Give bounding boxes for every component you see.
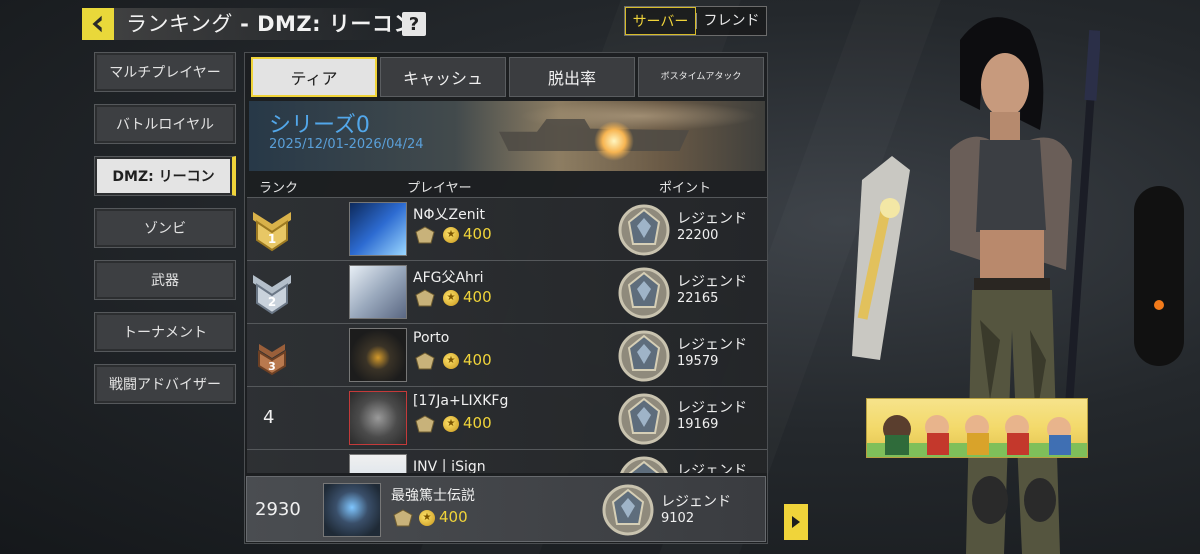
side-panel-handle[interactable] [1134,186,1184,366]
sidebar-item-combat-advisor[interactable]: 戦闘アドバイザー [94,364,236,404]
rank-number: 1 [268,232,276,246]
column-header-player: プレイヤー [407,181,472,196]
coin-icon: ★ [419,510,435,526]
next-page-button[interactable] [784,504,808,540]
table-row[interactable]: 4 [17Ja+LIXKFg ★ 400 レジェンド 19169 [247,386,767,449]
notification-dot [1154,300,1164,310]
tab-boss-time-attack[interactable]: ボスタイムアタック [638,57,764,97]
page-title: ランキング - DMZ: リーコン [126,8,415,40]
tier-name: レジェンド [677,463,747,473]
legend-emblem-icon [620,456,668,473]
column-header-rank: ランク [259,181,299,196]
rank-emblem-small-icon [415,415,435,433]
tier-points: 19579 [677,354,719,369]
rank-number: 3 [268,360,276,373]
player-name: [17Ja+LIXKFg [413,393,509,409]
avatar [349,454,407,473]
rank-emblem-small-icon [393,509,413,527]
tab-tier[interactable]: ティア [251,57,377,97]
mode-sidebar: マルチプレイヤー バトルロイヤル DMZ: リーコン ゾンビ 武器 トーナメント… [94,52,236,416]
scope-toggle: サーバー フレンド [624,6,767,36]
coin-icon: ★ [443,290,459,306]
tier-points: 22165 [677,291,719,306]
my-ranking-row[interactable]: 2930 最強篤士伝説 ★ 400 レジェンド 9102 [246,476,766,542]
avatar [349,202,407,256]
player-name: 最強篤士伝説 [391,488,475,504]
player-name: NΦ乂Zenit [413,207,485,223]
table-row[interactable]: 2 AFG父Ahri ★ 400 レジェンド 22165 [247,260,767,323]
sidebar-item-zombies[interactable]: ゾンビ [94,208,236,248]
banner-artwork [867,415,1087,457]
rank-number: 2 [268,295,276,309]
scope-option-server[interactable]: サーバー [625,7,696,35]
table-row[interactable]: INV丨iSign レジェンド [247,449,767,473]
tier-name: レジェンド [677,400,747,416]
silver-rank-badge-icon: 2 [253,275,291,315]
player-level: 400 [463,414,492,432]
ranking-list: 1 NΦ乂Zenit ★ 400 レジェンド 22200 2 AFG父Ahri [247,197,767,473]
player-level: 400 [463,351,492,369]
gold-rank-badge-icon: 1 [253,212,291,252]
player-level: 400 [463,225,492,243]
scope-option-friends[interactable]: フレンド [697,7,766,35]
tier-points: 22200 [677,228,719,243]
rank-number: 4 [263,407,275,428]
tier-name: レジェンド [677,337,747,353]
my-rank-number: 2930 [255,499,301,520]
chevron-left-icon [92,15,102,33]
sidebar-item-multiplayer[interactable]: マルチプレイヤー [94,52,236,92]
tier-points: 19169 [677,417,719,432]
avatar [349,328,407,382]
legend-emblem-icon [602,484,654,536]
bronze-rank-badge-icon: 3 [258,344,286,376]
table-row[interactable]: 1 NΦ乂Zenit ★ 400 レジェンド 22200 [247,197,767,260]
legend-emblem-icon [618,267,670,319]
help-button[interactable]: ? [402,12,426,36]
season-dates: 2025/12/01-2026/04/24 [269,137,424,152]
tier-name: レジェンド [677,211,747,227]
avatar [323,483,381,537]
tier-name: レジェンド [677,274,747,290]
avatar [349,391,407,445]
back-button[interactable] [82,8,114,40]
rank-emblem-small-icon [415,352,435,370]
banner-explosion [594,121,634,161]
rank-emblem-small-icon [415,289,435,307]
column-header-points: ポイント [659,181,712,196]
question-icon: ? [408,13,420,35]
triangle-right-icon [792,516,800,528]
legend-emblem-icon [618,393,670,445]
tier-points: 9102 [661,511,695,526]
ranking-panel: ティア キャッシュ 脱出率 ボスタイムアタック シリーズ0 2025/12/01… [244,52,768,544]
sidebar-item-battle-royale[interactable]: バトルロイヤル [94,104,236,144]
table-row[interactable]: 3 Porto ★ 400 レジェンド 19579 [247,323,767,386]
player-level: 400 [463,288,492,306]
sidebar-item-tournament[interactable]: トーナメント [94,312,236,352]
tab-extraction-rate[interactable]: 脱出率 [509,57,635,97]
season-title: シリーズ0 [269,113,370,138]
rank-emblem-small-icon [415,226,435,244]
page-title-mode: - DMZ: リーコン [240,12,415,36]
operator-character-image [852,17,1100,554]
ranking-tabs: ティア キャッシュ 脱出率 ボスタイムアタック [251,57,767,97]
legend-emblem-icon [618,330,670,382]
legend-emblem-icon [618,204,670,256]
coin-icon: ★ [443,416,459,432]
coin-icon: ★ [443,353,459,369]
player-name: AFG父Ahri [413,270,484,286]
player-banner-image [866,398,1088,458]
coin-icon: ★ [443,227,459,243]
tier-name: レジェンド [661,494,731,510]
sidebar-item-dmz-recon[interactable]: DMZ: リーコン [94,156,236,196]
player-name: INV丨iSign [413,459,486,473]
player-name: Porto [413,330,450,346]
player-level: 400 [439,508,468,526]
sidebar-item-weapons[interactable]: 武器 [94,260,236,300]
avatar [349,265,407,319]
page-title-main: ランキング [126,12,233,36]
tab-cash[interactable]: キャッシュ [380,57,506,97]
